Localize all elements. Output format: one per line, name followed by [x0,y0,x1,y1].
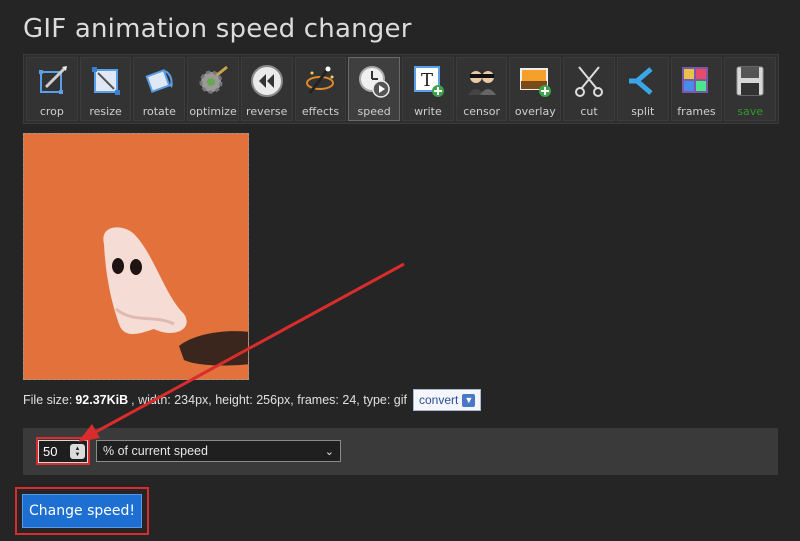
tool-label: frames [677,105,716,118]
tool-speed[interactable]: speed [348,57,401,121]
tool-label: split [631,105,655,118]
convert-label: convert [419,393,459,407]
speed-unit-select[interactable]: % of current speed ⌄ [96,440,341,462]
tool-effects[interactable]: effects [294,57,347,121]
save-icon [736,66,764,96]
split-icon [628,67,653,95]
file-size-label: File size: [23,393,73,407]
gif-preview [23,133,249,380]
cut-icon [575,66,604,97]
spinner-icon[interactable]: ▲ ▼ [70,444,85,459]
tool-write[interactable]: T write [402,57,454,121]
file-size-value: 92.37KiB [75,393,129,407]
annotation-box-button: Change speed! [15,487,149,535]
svg-text:T: T [421,70,433,91]
speed-options-panel: 50 ▲ ▼ % of current speed ⌄ [23,428,778,475]
tool-label: rotate [142,105,176,118]
tool-label: effects [301,105,340,118]
ghost-image [103,227,248,366]
tool-toolbar: crop resize rotate optimize reverse effe… [23,54,779,124]
speed-value-input[interactable]: 50 ▲ ▼ [38,440,88,463]
tool-resize[interactable]: resize [79,57,132,121]
tool-label: overlay [514,105,556,118]
tool-label: speed [357,105,391,118]
tool-label: reverse [246,105,288,118]
write-icon: T [413,66,444,97]
tool-cut[interactable]: cut [563,57,615,121]
tool-label: write [414,105,442,118]
file-dimensions: , width: 234px, height: 256px, frames: 2… [131,393,407,407]
tool-optimize[interactable]: optimize [187,57,239,121]
change-speed-button[interactable]: Change speed! [22,494,142,528]
page-title: GIF animation speed changer [23,14,412,44]
overlay-icon [520,68,552,97]
reverse-icon [250,65,283,97]
file-info: File size: 92.37KiB , width: 234px, heig… [23,389,482,411]
tool-label: censor [463,105,500,118]
chevron-down-icon: ⌄ [324,446,334,458]
tool-rotate[interactable]: rotate [133,57,186,121]
optimize-icon [199,65,228,94]
speed-value: 50 [43,444,58,459]
tool-save[interactable]: save [724,57,777,121]
tool-crop[interactable]: crop [26,57,78,121]
speed-icon [359,66,390,98]
tool-reverse[interactable]: reverse [240,57,293,121]
tool-frames[interactable]: frames [670,57,723,121]
convert-button[interactable]: convert ▼ [413,389,482,411]
frames-icon [682,67,709,93]
tool-overlay[interactable]: overlay [509,57,562,121]
speed-unit-selected: % of current speed [103,444,208,458]
tool-label: crop [39,105,64,118]
tool-censor[interactable]: censor [455,57,508,121]
tool-label: cut [580,105,598,118]
effects-icon [306,66,335,94]
tool-split[interactable]: split [616,57,669,121]
tool-label: resize [89,105,122,118]
tool-label: optimize [189,105,237,118]
resize-icon [91,67,120,95]
censor-icon [467,71,496,95]
rotate-icon [145,69,174,93]
crop-icon [38,66,67,94]
download-icon: ▼ [462,393,476,407]
tool-label: save [737,105,764,118]
